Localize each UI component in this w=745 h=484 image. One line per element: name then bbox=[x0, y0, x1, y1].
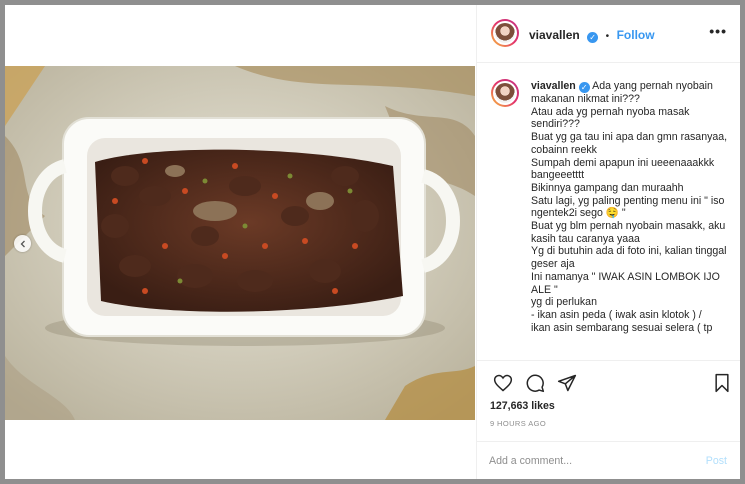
chevron-left-icon bbox=[20, 240, 25, 247]
header-user: viavallen ✓ • Follow bbox=[529, 26, 655, 44]
share-icon[interactable] bbox=[557, 373, 577, 393]
verified-badge-icon: ✓ bbox=[578, 82, 590, 93]
caption-text-block: viavallen ✓ Ada yang pernah nyobain makan… bbox=[531, 80, 735, 334]
header-separator: • bbox=[605, 31, 610, 42]
caption-username[interactable]: viavallen bbox=[531, 80, 576, 92]
post-timestamp[interactable]: 9 HOURS AGO bbox=[490, 419, 546, 428]
verified-badge-icon: ✓ bbox=[587, 32, 599, 43]
post-comment-button[interactable]: Post bbox=[706, 455, 727, 467]
bookmark-icon[interactable] bbox=[712, 373, 732, 393]
food-photo[interactable] bbox=[5, 66, 475, 420]
post-header: viavallen ✓ • Follow ••• bbox=[477, 5, 740, 63]
follow-button[interactable]: Follow bbox=[617, 28, 655, 42]
caption-avatar[interactable] bbox=[491, 79, 519, 107]
comment-input[interactable] bbox=[489, 452, 689, 470]
caption-body: Ada yang pernah nyobain makanan nikmat i… bbox=[531, 80, 728, 334]
comment-form: Post bbox=[477, 441, 740, 479]
likes-count[interactable]: 127,663 likes bbox=[490, 400, 555, 412]
post-sidebar: viavallen ✓ • Follow ••• viavallen ✓ Ada … bbox=[476, 5, 740, 479]
carousel-prev-button[interactable] bbox=[14, 235, 31, 252]
post-media bbox=[5, 5, 475, 479]
photo-image bbox=[5, 66, 475, 420]
instagram-post: viavallen ✓ • Follow ••• viavallen ✓ Ada … bbox=[5, 5, 740, 479]
caption-area: viavallen ✓ Ada yang pernah nyobain makan… bbox=[477, 63, 740, 359]
avatar[interactable] bbox=[491, 19, 519, 47]
header-username[interactable]: viavallen bbox=[529, 28, 580, 42]
more-options-button[interactable]: ••• bbox=[709, 23, 727, 39]
post-actions: 127,663 likes 9 HOURS AGO bbox=[477, 360, 740, 441]
heart-icon[interactable] bbox=[493, 373, 513, 393]
comment-icon[interactable] bbox=[525, 373, 545, 393]
